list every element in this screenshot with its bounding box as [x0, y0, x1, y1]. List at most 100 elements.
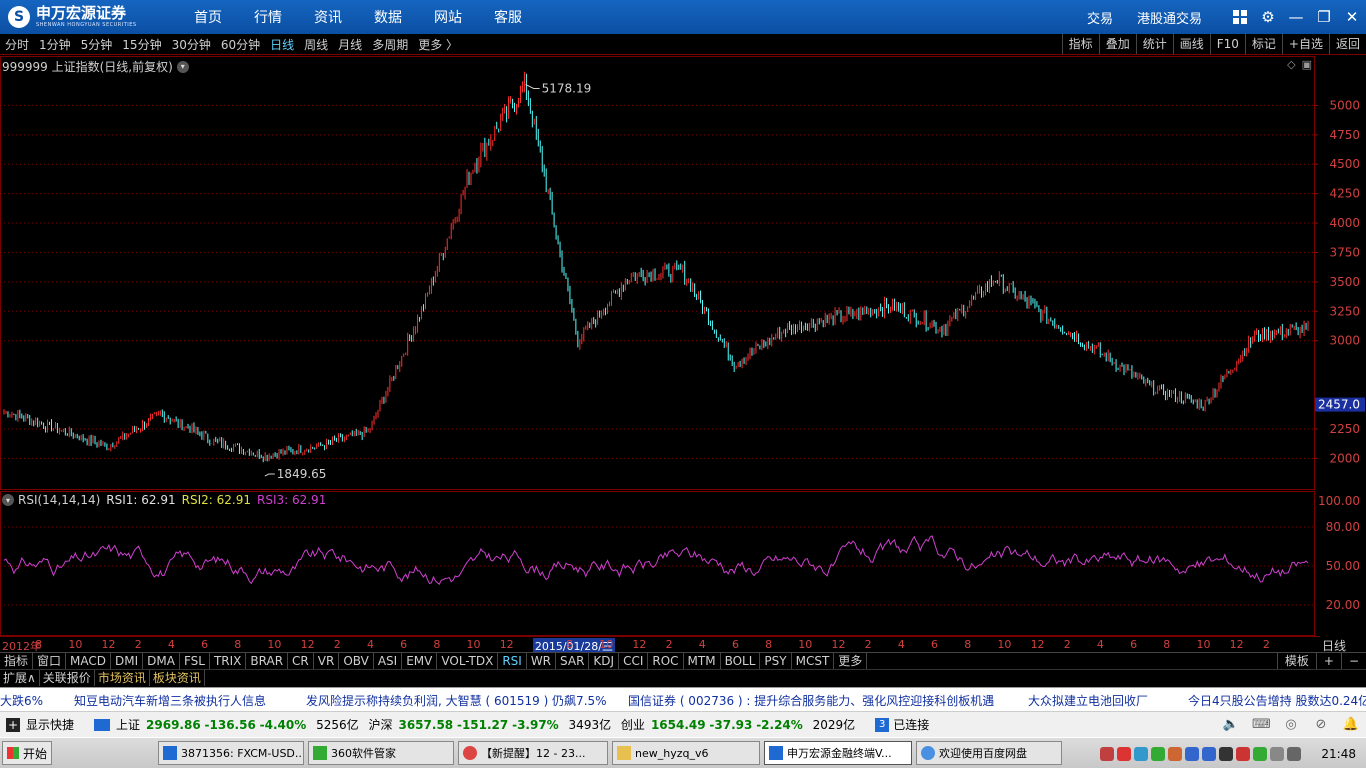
tab-sector-news[interactable]: 板块资讯 — [150, 670, 205, 686]
period-60min[interactable]: 60分钟 — [221, 36, 260, 53]
chevron-down-icon[interactable]: ▾ — [176, 60, 189, 73]
minimize-icon[interactable]: — — [1282, 0, 1310, 34]
indicator-tab-sar[interactable]: SAR — [556, 653, 590, 669]
indicator-tab-trix[interactable]: TRIX — [210, 653, 247, 669]
tool-stats[interactable]: 统计 — [1135, 34, 1173, 54]
nav-quotes[interactable]: 行情 — [254, 7, 282, 27]
indicator-tab-fsl[interactable]: FSL — [180, 653, 210, 669]
ticker-item[interactable]: 国信证券 ( 002736 ) : 提升综合服务能力、强化风控迎接科创板机遇 — [628, 692, 994, 709]
indicator-tab-kdj[interactable]: KDJ — [589, 653, 620, 669]
no-sign-icon[interactable]: ⊘ — [1312, 717, 1330, 733]
indicator-tab-wr[interactable]: WR — [527, 653, 557, 669]
show-shortcut-button[interactable]: 显示快捷 — [26, 716, 74, 733]
task-terminal[interactable]: 申万宏源金融终端V... — [764, 741, 912, 765]
period-more[interactable]: 更多 〉 — [418, 36, 458, 53]
period-5min[interactable]: 5分钟 — [81, 36, 113, 53]
trade-link[interactable]: 交易 — [1087, 8, 1113, 27]
period-monthly[interactable]: 月线 — [338, 36, 362, 53]
indicator-tab-vr[interactable]: VR — [314, 653, 340, 669]
ticker-item[interactable]: 大众拟建立电池回收厂 — [1028, 692, 1148, 709]
indicator-tab-mtm[interactable]: MTM — [684, 653, 721, 669]
indicator-tab-emv[interactable]: EMV — [402, 653, 438, 669]
tool-mark[interactable]: 标记 — [1244, 34, 1282, 54]
nav-sites[interactable]: 网站 — [434, 7, 462, 27]
indicator-tab-roc[interactable]: ROC — [648, 653, 684, 669]
tray-icon[interactable] — [1287, 747, 1302, 761]
tab-expand[interactable]: 扩展∧ — [0, 670, 40, 686]
tray-icon[interactable] — [1270, 747, 1285, 761]
period-weekly[interactable]: 周线 — [304, 36, 328, 53]
task-360[interactable]: 360软件管家 — [308, 741, 454, 765]
task-baidu[interactable]: 欢迎使用百度网盘 — [916, 741, 1062, 765]
ticker-item[interactable]: 知豆电动汽车新增三条被执行人信息 — [74, 692, 266, 709]
tray-icon[interactable] — [1151, 747, 1166, 761]
start-button[interactable]: 开始 — [2, 741, 52, 765]
indicator-tab-brar[interactable]: BRAR — [246, 653, 289, 669]
rsi-chart[interactable]: 20.00 50.00 80.00 100.00 — [0, 491, 1366, 636]
ticker-item[interactable]: 今日4只股公告增持 股数达0.24亿 — [1188, 692, 1366, 709]
ticker-item[interactable]: 大跌6% — [0, 692, 43, 709]
tray-icon[interactable] — [1219, 747, 1234, 761]
period-intraday[interactable]: 分时 — [5, 36, 29, 53]
add-window-button[interactable]: + — [1315, 653, 1341, 669]
tool-add-watchlist[interactable]: +自选 — [1281, 34, 1329, 54]
window-icon[interactable]: ▣ — [1302, 58, 1312, 71]
nav-service[interactable]: 客服 — [494, 7, 522, 27]
tray-icon[interactable] — [1117, 747, 1132, 761]
period-30min[interactable]: 30分钟 — [172, 36, 211, 53]
task-fxcm[interactable]: 3871356: FXCM-USD... — [158, 741, 304, 765]
indicator-tab-mcst[interactable]: MCST — [792, 653, 835, 669]
tool-back[interactable]: 返回 — [1328, 34, 1366, 54]
nav-news[interactable]: 资讯 — [314, 7, 342, 27]
nav-home[interactable]: 首页 — [194, 7, 222, 27]
tray-icon[interactable] — [1168, 747, 1183, 761]
indicator-tab-psy[interactable]: PSY — [760, 653, 792, 669]
indicator-tab-[interactable]: 指标 — [0, 653, 34, 669]
task-chrome[interactable]: 【新提醒】12 - 23... — [458, 741, 608, 765]
bell-icon[interactable]: 🔔 — [1342, 717, 1360, 733]
tray-icon[interactable] — [1185, 747, 1200, 761]
chevron-down-icon[interactable]: ▾ — [2, 494, 14, 506]
tool-overlay[interactable]: 叠加 — [1098, 34, 1136, 54]
indicator-tab-obv[interactable]: OBV — [339, 653, 374, 669]
task-folder[interactable]: new_hyzq_v6 — [612, 741, 760, 765]
ticker-item[interactable]: 发风险提示称持续负利润, 大智慧 ( 601519 ) 仍飙7.5% — [306, 692, 607, 709]
tool-f10[interactable]: F10 — [1209, 34, 1245, 54]
tab-market-news[interactable]: 市场资讯 — [95, 670, 150, 686]
period-multi[interactable]: 多周期 — [372, 36, 408, 53]
tray-icon[interactable] — [1202, 747, 1217, 761]
indicator-tab-dmi[interactable]: DMI — [111, 653, 144, 669]
tool-indicator[interactable]: 指标 — [1061, 34, 1099, 54]
tab-related-quotes[interactable]: 关联报价 — [40, 670, 95, 686]
nav-data[interactable]: 数据 — [374, 7, 402, 27]
period-1min[interactable]: 1分钟 — [39, 36, 71, 53]
grid-icon[interactable] — [1226, 0, 1254, 34]
indicator-tab-voltdx[interactable]: VOL-TDX — [437, 653, 499, 669]
keyboard-icon[interactable]: ⌨ — [1252, 717, 1271, 733]
indicator-tab-[interactable]: 更多 — [834, 653, 868, 669]
indicator-tab-cci[interactable]: CCI — [619, 653, 649, 669]
indicator-tab-cr[interactable]: CR — [288, 653, 314, 669]
period-15min[interactable]: 15分钟 — [122, 36, 161, 53]
plus-icon[interactable]: + — [6, 717, 20, 732]
indicator-tab-boll[interactable]: BOLL — [721, 653, 761, 669]
diamond-icon[interactable]: ◇ — [1287, 58, 1295, 71]
tray-icon[interactable] — [1134, 747, 1149, 761]
indicator-tab-dma[interactable]: DMA — [143, 653, 180, 669]
indicator-tab-asi[interactable]: ASI — [374, 653, 403, 669]
gear-icon[interactable]: ⚙ — [1254, 0, 1282, 34]
close-icon[interactable]: ✕ — [1338, 0, 1366, 34]
restore-icon[interactable]: ❐ — [1310, 0, 1338, 34]
indicator-tab-macd[interactable]: MACD — [66, 653, 112, 669]
tray-icon[interactable] — [1253, 747, 1268, 761]
tray-icon[interactable] — [1236, 747, 1251, 761]
template-button[interactable]: 模板 — [1276, 653, 1316, 669]
hk-connect-trade-link[interactable]: 港股通交易 — [1137, 8, 1202, 27]
remove-window-button[interactable]: − — [1340, 653, 1366, 669]
tray-icon[interactable] — [1100, 747, 1115, 761]
indicator-tab-rsi[interactable]: RSI — [498, 653, 527, 669]
price-chart[interactable]: 2000 2250 3000 3250 3500 3750 4000 4250 4500 4750… — [0, 56, 1366, 490]
chat-icon[interactable]: ◎ — [1282, 717, 1300, 733]
period-daily[interactable]: 日线 — [270, 36, 294, 53]
tool-draw[interactable]: 画线 — [1172, 34, 1210, 54]
